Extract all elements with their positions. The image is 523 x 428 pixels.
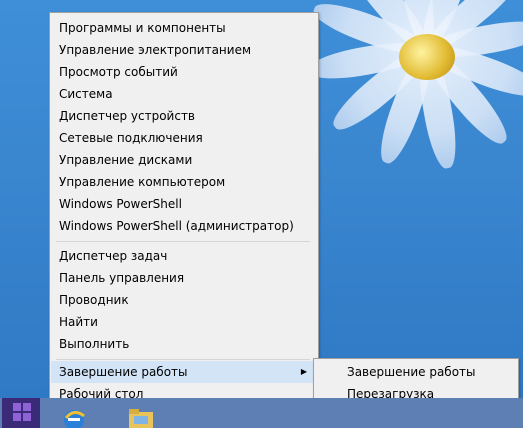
menu-item-run[interactable]: Выполнить [51, 333, 317, 355]
menu-item-file-explorer[interactable]: Проводник [51, 289, 317, 311]
menu-item-search[interactable]: Найти [51, 311, 317, 333]
menu-item-powershell[interactable]: Windows PowerShell [51, 193, 317, 215]
daisy-flower-wallpaper [303, 0, 523, 171]
menu-item-powershell-admin[interactable]: Windows PowerShell (администратор) [51, 215, 317, 237]
menu-item-computer-management[interactable]: Управление компьютером [51, 171, 317, 193]
menu-item-event-viewer[interactable]: Просмотр событий [51, 61, 317, 83]
menu-item-device-manager[interactable]: Диспетчер устройств [51, 105, 317, 127]
menu-item-disk-management[interactable]: Управление дисками [51, 149, 317, 171]
start-button[interactable] [2, 398, 40, 428]
submenu-item-shutdown[interactable]: Завершение работы [315, 361, 517, 383]
menu-item-system[interactable]: Система [51, 83, 317, 105]
menu-item-network-connections[interactable]: Сетевые подключения [51, 127, 317, 149]
menu-item-programs-features[interactable]: Программы и компоненты [51, 17, 317, 39]
internet-explorer-icon[interactable] [60, 406, 88, 428]
menu-item-shutdown[interactable]: Завершение работы ▶ [51, 361, 317, 383]
windows-logo-icon [13, 403, 31, 421]
chevron-right-icon: ▶ [300, 367, 307, 376]
menu-item-control-panel[interactable]: Панель управления [51, 267, 317, 289]
menu-item-task-manager[interactable]: Диспетчер задач [51, 245, 317, 267]
menu-item-power-options[interactable]: Управление электропитанием [51, 39, 317, 61]
file-explorer-icon[interactable] [128, 406, 154, 428]
menu-separator [56, 359, 310, 360]
menu-item-shutdown-label: Завершение работы [59, 365, 188, 379]
menu-separator [56, 241, 310, 242]
winx-context-menu: Программы и компоненты Управление электр… [49, 12, 319, 410]
